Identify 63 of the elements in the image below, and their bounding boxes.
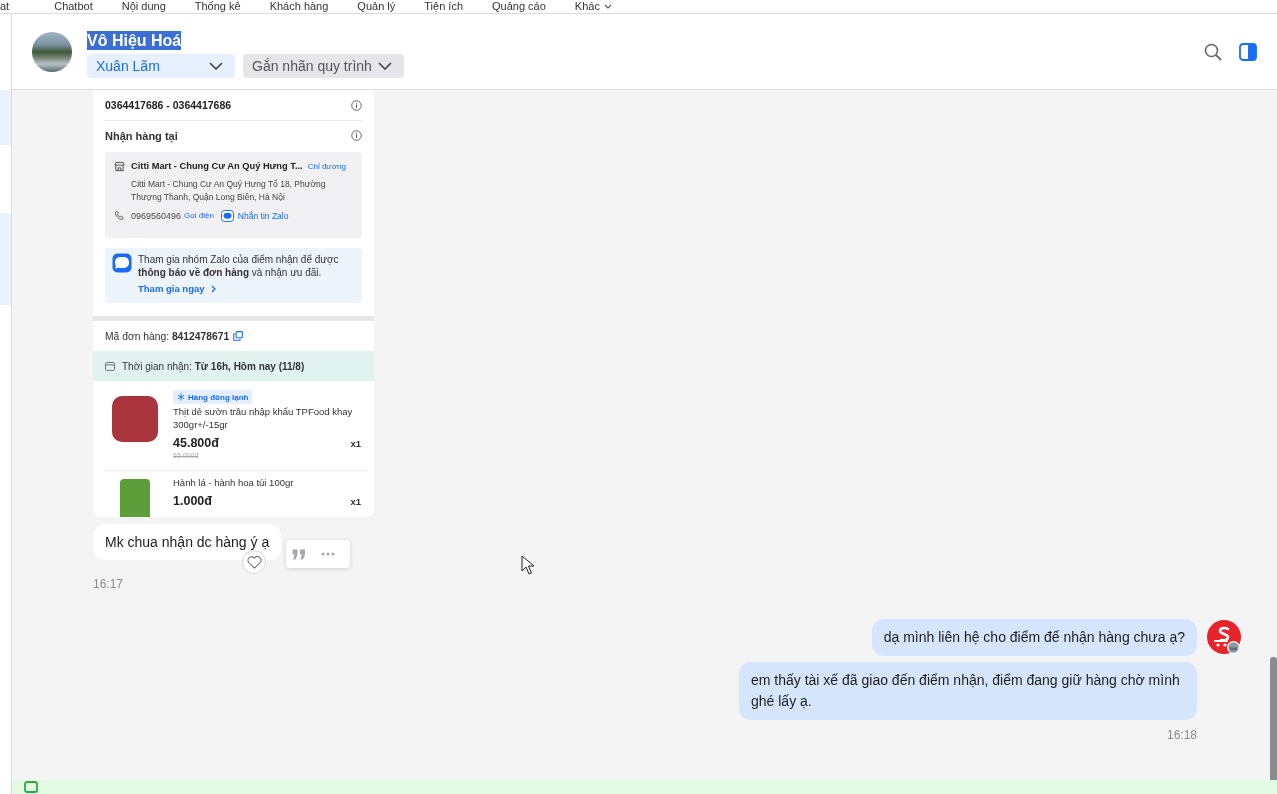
phone-icon [114,210,125,221]
nav-link[interactable]: Quản lý [357,0,396,13]
nav-link[interactable]: Nội dung [121,0,166,13]
directions-link[interactable]: Chỉ đường [307,161,346,171]
info-icon [351,99,362,111]
promo-text: Tham gia nhóm Zalo của điểm nhận để được thông báo về đơn hàng và nhận ưu đãi. [138,253,340,279]
mini-avatar-icon [1227,641,1240,654]
chevron-down-icon [378,62,392,70]
status-square-icon [24,781,38,793]
pickup-time: Thời gian nhận: Từ 16h, Hôm nay (11/8) [122,360,305,372]
calendar-icon [105,361,115,371]
scrollbar-thumb[interactable] [1270,657,1277,780]
product-quantity: x1 [350,495,361,507]
order-number: Mã đơn hàng: 8412478671 [105,330,230,342]
store-icon [114,160,125,172]
message-bubble: dạ mình liên hệ cho điểm để nhận hàng chưa ạ? [871,619,1197,656]
search-icon[interactable] [1204,43,1222,61]
chevron-right-icon [210,284,216,293]
join-group-link[interactable]: Tham gia ngay [138,283,216,294]
snowflake-icon [177,393,185,401]
nav-link[interactable]: Tiện ích [424,0,463,13]
product-price: 45.800đ [173,436,219,450]
tag-text: Hàng đông lạnh [188,392,249,402]
chat-app-icon [112,253,132,273]
copy-icon[interactable] [233,331,244,341]
phone-numbers: 0364417686 - 0364417686 [105,99,232,111]
contact-name: Vô Hiệu Hoá [87,31,182,50]
quote-icon[interactable] [292,548,307,560]
caret-icon [603,4,612,9]
nav-link[interactable]: Khách hàng [269,0,329,13]
more-icon[interactable] [321,552,336,556]
chevron-down-icon [209,62,223,70]
nav-link[interactable]: at [0,0,10,13]
product-photo-placeholder [120,479,150,517]
order-screenshot[interactable] [93,90,374,517]
heart-icon [246,555,262,569]
nav-link[interactable]: Thống kê [194,0,241,13]
product-price: 1.000đ [173,494,212,508]
store-phone: 0969560496 [131,210,182,221]
reaction-button[interactable] [242,550,267,574]
pickup-heading: Nhận hàng tại [105,129,178,142]
store-address: Citti Mart - Chung Cư An Quý Hưng Tổ 18, Phường Thượng Thanh, Quận Long Biên, Hà Nội [130,178,327,204]
product-name: Thịt dẻ sườn trâu nhập khẩu TPFood khay 300gr+/-15gr [173,405,354,431]
message-time: 16:18 [1166,728,1197,742]
info-icon [351,130,362,141]
message-bubble: Mk chua nhận dc hàng ý ạ [93,524,282,560]
side-panel-icon[interactable] [1239,43,1257,61]
chat-link[interactable]: Nhắn tin Zalo [237,210,289,221]
product-quantity: x1 [350,437,361,449]
nav-link[interactable]: Quảng cáo [492,0,546,13]
message-bubble: em thấy tài xế đã giao đến điểm nhận, điểm đang giữ hàng chờ mình ghé lấy ạ. [739,662,1197,720]
assignee-dropdown[interactable]: Xuân Lãm [87,54,235,78]
nav-menu[interactable]: Khác [574,0,612,13]
product-photo-placeholder [112,396,158,442]
product-name: Hành lá - hành hoa túi 100gr [173,476,295,489]
call-link[interactable]: Gọi điện [184,211,214,220]
avatar-photo-placeholder [32,32,72,72]
message-time: 16:17 [93,577,124,591]
chat-app-icon [220,209,234,222]
mouse-pointer-icon [521,555,534,575]
nav-link[interactable]: Chatbot [54,0,93,13]
label-dropdown[interactable]: Gắn nhãn quy trình [243,54,404,78]
store-name: Citti Mart - Chung Cư An Quý Hưng T... [131,161,303,171]
